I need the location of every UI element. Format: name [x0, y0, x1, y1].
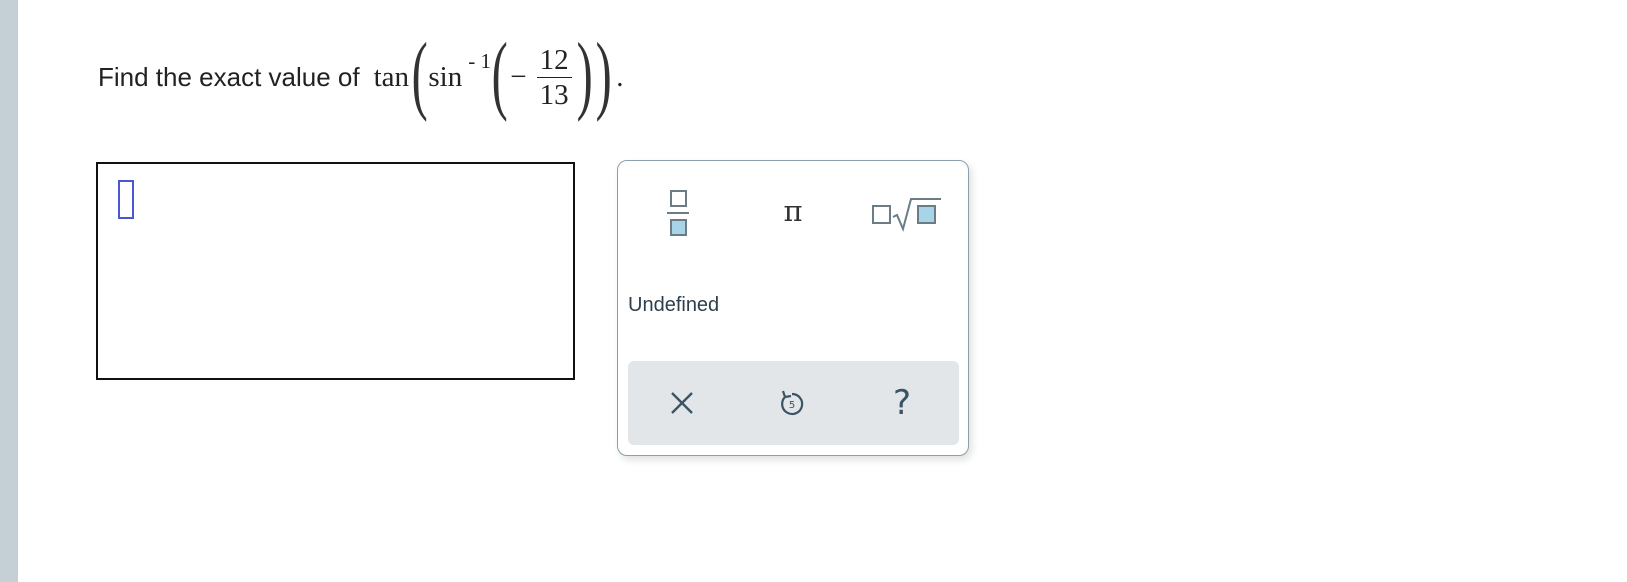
question-text: Find the exact value of tan ( sin - 1 ( … [98, 30, 624, 125]
inverse-exponent: - 1 [468, 49, 491, 73]
pi-button[interactable]: π [768, 191, 818, 231]
undefined-label: Undefined [628, 293, 720, 316]
input-cursor-placeholder[interactable] [118, 180, 134, 219]
func-tan: tan [373, 61, 410, 93]
negative-sign: − [510, 61, 527, 93]
fraction-icon [669, 190, 687, 207]
fraction: 12 13 [536, 43, 572, 113]
nth-root-icon [872, 198, 941, 233]
fraction-button[interactable] [658, 183, 698, 243]
fraction-icon-bar [667, 212, 689, 214]
question-prompt: Find the exact value of [98, 62, 360, 92]
paren-close-outer: ) [595, 25, 612, 123]
pi-icon: π [783, 194, 803, 228]
undo-button[interactable]: 5 [770, 381, 814, 425]
undo-icon: 5 [781, 390, 804, 416]
clear-button[interactable] [660, 381, 704, 425]
paren-open-inner: ( [491, 25, 508, 123]
keypad-toolbar: 5 ? [628, 361, 959, 445]
svg-text:5: 5 [789, 400, 795, 411]
answer-input[interactable] [96, 162, 575, 380]
paren-open-outer: ( [411, 25, 428, 123]
clear-icon [671, 392, 693, 414]
help-button[interactable]: ? [880, 381, 924, 425]
fraction-denominator: 13 [539, 79, 569, 112]
paren-close-inner: ) [576, 25, 593, 123]
math-keypad: π Undefined 5 ? [617, 160, 969, 456]
fraction-icon-bottom [669, 219, 687, 236]
help-icon: ? [892, 383, 912, 423]
undefined-button[interactable]: Undefined [628, 289, 738, 321]
fraction-numerator: 12 [539, 43, 569, 76]
math-expression: tan ( sin - 1 ( − 12 13 ) ) . [373, 30, 624, 119]
func-sin: sin [428, 61, 463, 93]
left-rail [0, 0, 18, 582]
question-period: . [616, 61, 624, 93]
nth-root-button[interactable] [871, 193, 943, 233]
